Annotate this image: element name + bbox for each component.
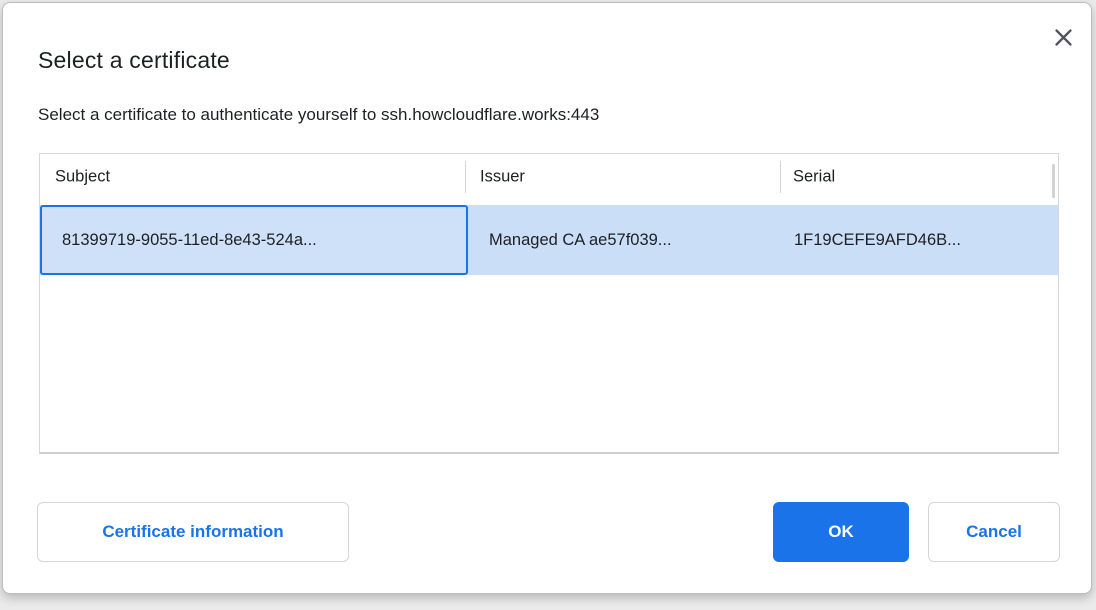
column-header-issuer[interactable]: Issuer [480, 168, 525, 187]
dialog-title: Select a certificate [38, 47, 230, 74]
close-icon [1054, 28, 1073, 47]
cancel-button[interactable]: Cancel [928, 502, 1060, 562]
cell-subject[interactable]: 81399719-9055-11ed-8e43-524a... [40, 205, 468, 275]
certificate-row-selected[interactable]: 81399719-9055-11ed-8e43-524a... Managed … [40, 205, 1058, 275]
table-header-row: Subject Issuer Serial [40, 154, 1058, 200]
dialog-subtitle: Select a certificate to authenticate you… [38, 105, 599, 125]
ok-button[interactable]: OK [773, 502, 909, 562]
column-divider [780, 161, 781, 193]
column-header-serial[interactable]: Serial [793, 168, 835, 187]
certificate-table: Subject Issuer Serial 81399719-9055-11ed… [39, 153, 1059, 454]
select-certificate-dialog: Select a certificate Select a certificat… [2, 2, 1092, 594]
cell-issuer[interactable]: Managed CA ae57f039... [489, 205, 672, 275]
scrollbar-thumb[interactable] [1052, 164, 1055, 198]
certificate-information-button[interactable]: Certificate information [37, 502, 349, 562]
column-divider [465, 161, 466, 193]
column-header-subject[interactable]: Subject [55, 168, 110, 187]
close-button[interactable] [1047, 21, 1079, 53]
cell-serial[interactable]: 1F19CEFE9AFD46B... [794, 205, 961, 275]
